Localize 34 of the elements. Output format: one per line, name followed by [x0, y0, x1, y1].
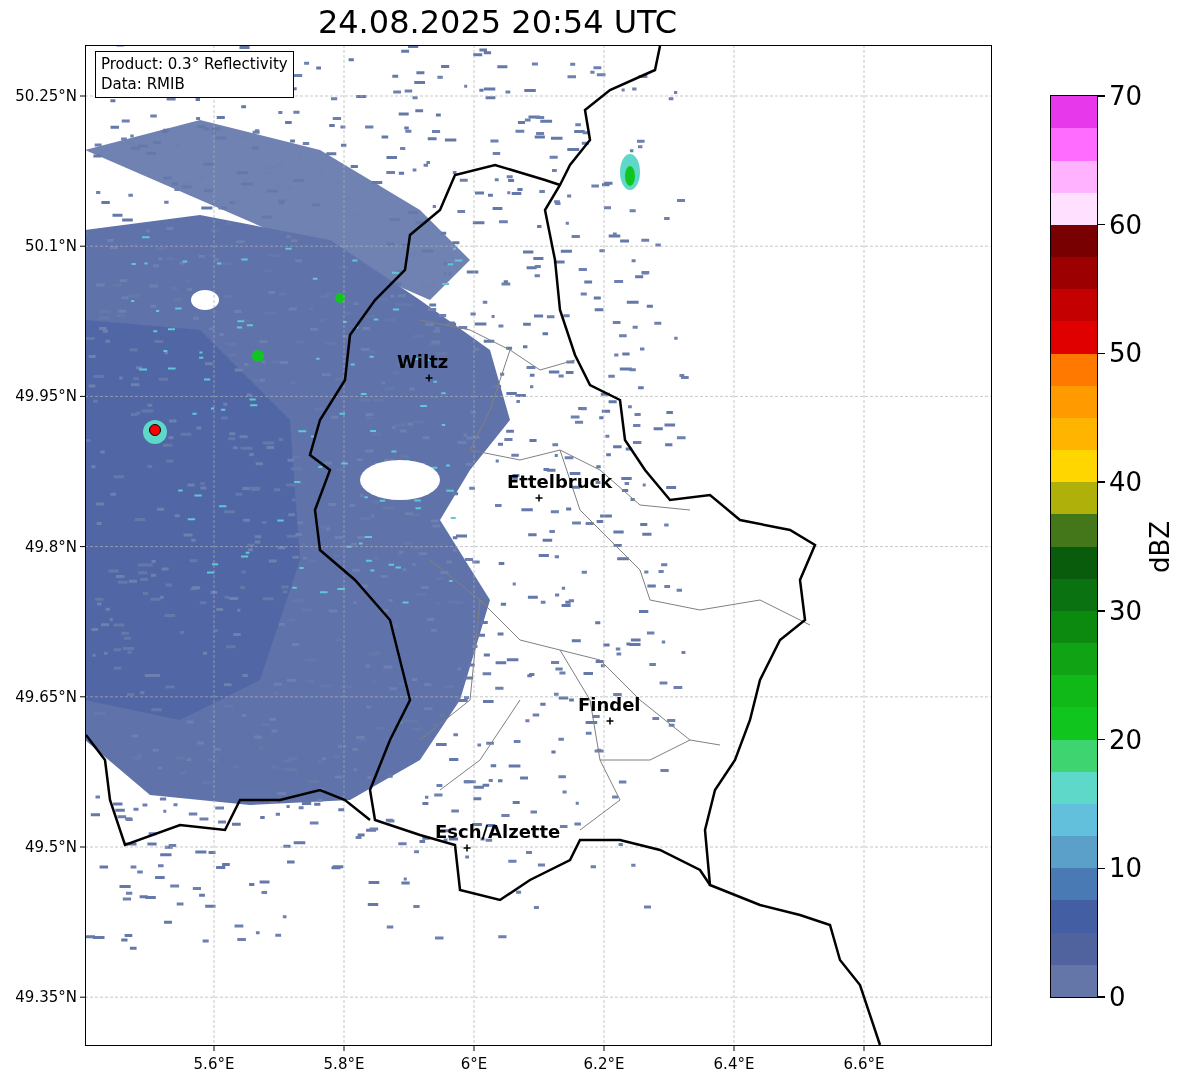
radar-site-marker: [149, 424, 161, 436]
info-text: Product: 0.3° Reflectivity: [101, 54, 288, 74]
city-marker: [462, 843, 472, 853]
chart-title: 24.08.2025 20:54 UTC: [316, 2, 679, 43]
colorbar-tick-label: 40: [1109, 467, 1143, 498]
longitude-label: 6.2°E: [583, 1055, 625, 1073]
latitude-label: 49.8°N: [24, 537, 77, 556]
city-marker: [424, 373, 434, 383]
longitude-label: 6°E: [460, 1055, 488, 1073]
latitude-label: 50.25°N: [15, 87, 77, 105]
longitude-label: 6.6°E: [843, 1055, 885, 1073]
colorbar-tick-label: 0: [1109, 982, 1126, 1012]
city-marker: [605, 716, 615, 726]
colorbar-tick-label: 30: [1109, 595, 1143, 626]
latitude-label: 49.95°N: [15, 387, 77, 406]
latitude-label: 49.35°N: [15, 988, 77, 1007]
city-marker: [534, 493, 544, 503]
colorbar-tick-label: 70: [1109, 81, 1143, 111]
latitude-label: 49.5°N: [24, 838, 77, 856]
latitude-label: 49.65°N: [15, 687, 77, 706]
colorbar-tick-label: 10: [1109, 853, 1143, 884]
colorbar-tick-label: 60: [1109, 209, 1143, 240]
city-label: Wiltz: [397, 351, 449, 372]
city-label: Findel: [578, 694, 641, 715]
latitude-label: 50.1°N: [24, 237, 77, 256]
colorbar-tick-label: 20: [1109, 724, 1143, 755]
info-text: Data: RMIB: [101, 74, 186, 94]
city-label: Ettelbruck: [507, 471, 613, 492]
colorbar-tick-label: 50: [1109, 338, 1143, 369]
longitude-label: 6.4°E: [713, 1055, 755, 1073]
longitude-label: 5.6°E: [193, 1055, 235, 1073]
colorbar-label: dBZ: [1145, 520, 1175, 573]
city-label: Esch/Alzette: [435, 821, 561, 842]
longitude-label: 5.8°E: [323, 1055, 365, 1073]
